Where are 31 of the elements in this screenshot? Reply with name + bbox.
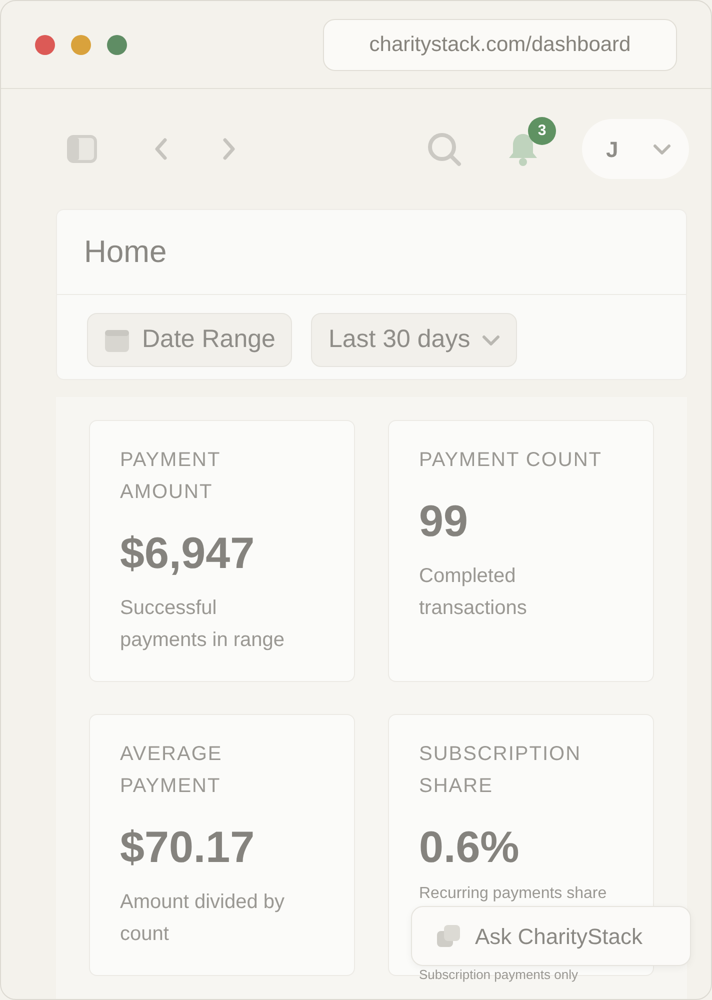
search-icon[interactable] xyxy=(426,131,462,167)
stat-caption: Completed transactions xyxy=(419,564,528,621)
chevron-down-icon xyxy=(653,144,671,154)
address-bar[interactable]: charitystack.com/dashboard xyxy=(323,18,677,70)
stat-label: PAYMENT COUNT xyxy=(419,448,604,473)
stat-value: $6,947 xyxy=(120,528,256,580)
date-range-button[interactable]: Date Range xyxy=(87,313,292,367)
page-title: Home xyxy=(57,210,686,295)
calendar-icon xyxy=(104,327,130,353)
stat-value: 0.6% xyxy=(419,822,520,874)
stacked-squares-icon xyxy=(436,924,461,948)
stat-label: AVERAGE PAYMENT xyxy=(120,742,224,799)
bell-icon[interactable] xyxy=(506,131,540,167)
avatar-initial: J xyxy=(606,136,618,164)
sidebar-toggle-icon[interactable] xyxy=(67,135,97,163)
chevron-down-icon xyxy=(482,334,500,346)
close-button[interactable] xyxy=(35,34,55,54)
maximize-button[interactable] xyxy=(107,34,127,54)
notification-badge: 3 xyxy=(528,117,556,145)
user-menu[interactable]: J xyxy=(582,119,689,179)
stat-caption: Successful payments in range xyxy=(120,596,286,653)
stat-label: SUBSCRIPTION SHARE xyxy=(419,742,582,799)
period-dropdown[interactable]: Last 30 days xyxy=(311,313,518,367)
stat-note: Subscription payments only xyxy=(419,966,579,984)
stat-label: PAYMENT AMOUNT xyxy=(120,448,222,505)
minimize-button[interactable] xyxy=(71,34,91,54)
stat-caption: Recurring payments share xyxy=(419,884,608,904)
stat-value: 99 xyxy=(419,496,469,548)
stat-value: $70.17 xyxy=(120,822,256,874)
stat-caption: Amount divided by count xyxy=(120,890,286,947)
ask-assistant-button[interactable]: Ask CharityStack xyxy=(411,906,691,966)
